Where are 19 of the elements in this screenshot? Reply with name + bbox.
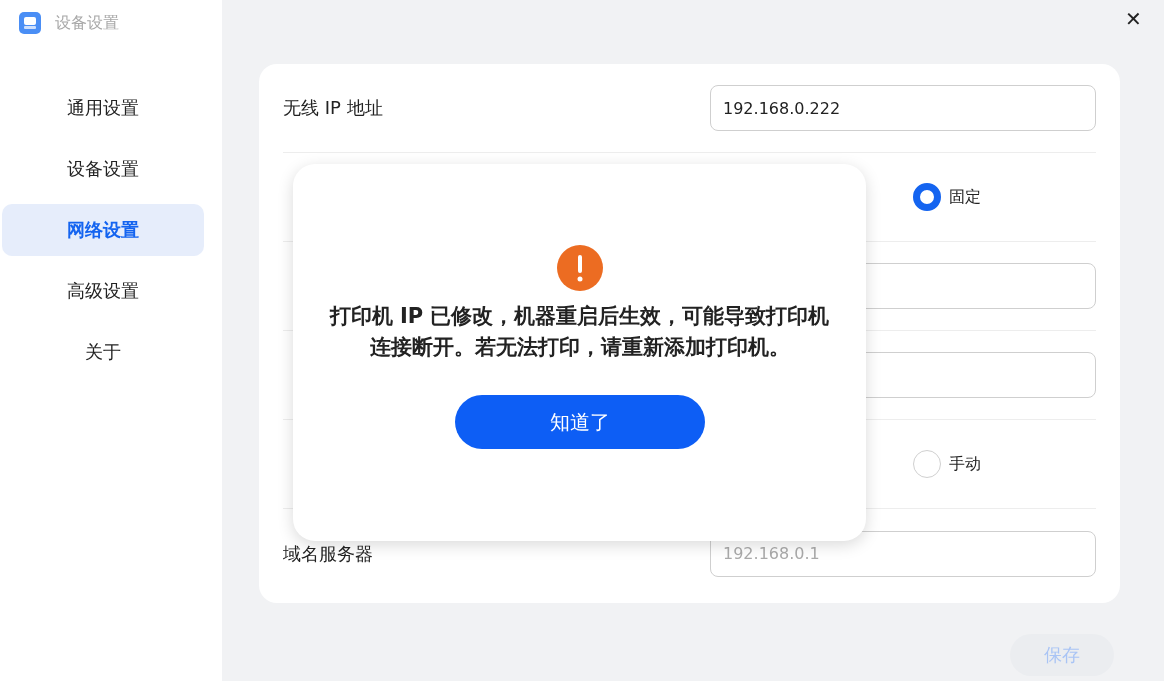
sidebar-item[interactable]: 通用设置 (2, 82, 204, 134)
sidebar-item[interactable]: 关于 (2, 326, 204, 378)
field-label: 域名服务器 (283, 541, 373, 566)
radio-label: 固定 (949, 186, 981, 208)
acknowledge-button[interactable]: 知道了 (454, 395, 705, 449)
field-label: 无线 IP 地址 (283, 96, 383, 120)
sidebar-item[interactable]: 网络设置 (2, 204, 204, 256)
printer-icon (19, 12, 41, 34)
close-button[interactable]: ✕ (1119, 6, 1148, 32)
warning-icon (556, 245, 603, 291)
radio-label: 手动 (949, 453, 981, 475)
radio-option[interactable]: 固定 (913, 183, 981, 211)
sidebar-item[interactable]: 高级设置 (2, 265, 204, 317)
sidebar-item[interactable]: 设备设置 (2, 143, 204, 195)
dialog-message: 打印机 IP 已修改，机器重启后生效，可能导致打印机连接断开。若无法打印，请重新添加打印机。 (329, 303, 830, 361)
radio-option[interactable]: 手动 (913, 450, 981, 478)
window-title: 设备设置 (55, 12, 119, 34)
text-field[interactable]: 192.168.0.222 (710, 85, 1096, 131)
text-field[interactable]: 192.168.0.1 (710, 530, 1096, 577)
